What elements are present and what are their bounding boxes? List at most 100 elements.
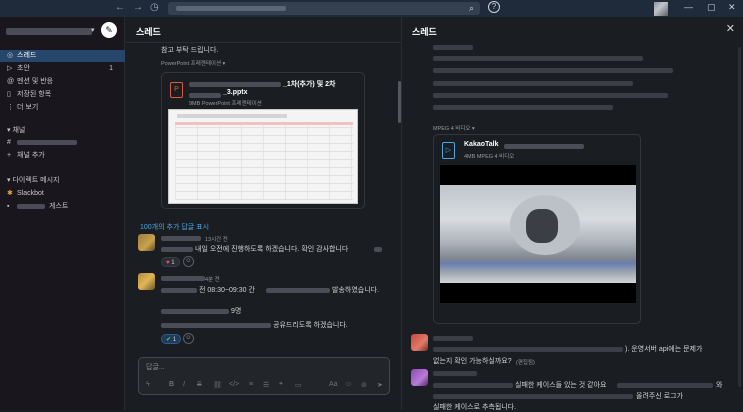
chevron-down-icon: ▾ [470, 126, 475, 132]
compose-button[interactable]: ✎ [101, 22, 117, 38]
reply-input[interactable] [146, 361, 376, 373]
avatar[interactable] [411, 334, 428, 351]
more-icon: ⋮ [7, 104, 14, 111]
sidebar-channel[interactable]: # [0, 137, 125, 149]
avatar[interactable] [138, 273, 155, 290]
avatar[interactable] [138, 234, 155, 251]
close-window-icon[interactable]: ✕ [728, 2, 736, 13]
divider [126, 42, 402, 43]
link-icon[interactable]: ⛓ [213, 381, 222, 389]
quote-icon[interactable]: ❝ [279, 381, 283, 389]
back-arrow-icon[interactable]: ← [115, 2, 125, 14]
send-icon[interactable]: ➤ [377, 381, 383, 389]
dm-name-text [17, 203, 45, 209]
file-meta: 4MB MPEG 4 비디오 [464, 154, 515, 160]
sidebar-item-saved[interactable]: ▯ 저장된 항목 [0, 89, 125, 101]
sidebar-item-drafts[interactable]: ▷ 초안 1 [0, 63, 125, 75]
reaction-heart[interactable]: ♥ 1 [161, 257, 180, 267]
file-name-2[interactable]: _3.pptx [223, 89, 248, 96]
plus-icon: + [7, 152, 12, 159]
add-channel-button[interactable]: + 채널 추가 [0, 150, 125, 162]
close-icon[interactable]: ✕ [726, 22, 735, 35]
sidebar-item-threads[interactable]: ◎ 스레드 [0, 50, 125, 62]
bookmark-icon: ▯ [7, 91, 11, 98]
sidebar-dm-slackbot[interactable]: ✱ Slackbot [0, 188, 125, 200]
add-reaction-icon[interactable]: ☺ [183, 333, 194, 344]
sender-name[interactable] [161, 276, 205, 281]
file-type-label[interactable]: PowerPoint 프레젠테이션 ▾ [161, 59, 225, 67]
list-icon[interactable]: ≡ [249, 381, 253, 388]
mention-text [161, 288, 197, 293]
lightning-icon[interactable]: ϟ [146, 381, 150, 388]
file-preview-image[interactable] [168, 109, 358, 204]
hidden-text [433, 68, 673, 73]
thread-panel: 스레드 ✕ MPEG 4 비디오 ▾ ▷ KakaoTalk 4MB MPEG … [403, 17, 743, 411]
video-player[interactable] [440, 165, 636, 303]
sidebar-item-more[interactable]: ⋮ 더 보기 [0, 102, 125, 114]
sender-name[interactable] [433, 371, 477, 376]
file-name[interactable]: KakaoTalk [464, 141, 499, 148]
attach-icon[interactable]: ⊘ [361, 381, 367, 389]
sidebar: ▾ ✎ ◎ 스레드 ▷ 초안 1 @ 멘션 및 반응 ▯ 저장된 항목 ⋮ 더 보기 ▾ … [0, 17, 125, 410]
help-icon[interactable]: ? [488, 1, 500, 13]
add-reaction-icon[interactable]: ☺ [183, 256, 194, 267]
message-text: 9명 [231, 308, 242, 315]
emoji-hidden [374, 247, 382, 252]
search-icon[interactable]: ⌕ [469, 3, 474, 14]
text-format-icon[interactable]: Aa [329, 381, 338, 388]
search-bar[interactable]: ⌕ [168, 2, 480, 15]
show-more-replies-link[interactable]: 100개의 추가 답글 표시 [140, 222, 209, 232]
ordered-list-icon[interactable]: ☰ [263, 381, 269, 389]
message-text: 올려주신 로그가 [636, 393, 684, 400]
drafts-count: 1 [109, 65, 113, 72]
message-text: ). 운영서버 api에는 문제가 [625, 346, 703, 353]
edited-label: (편집됨) [516, 360, 535, 366]
avatar[interactable] [411, 369, 428, 386]
forward-arrow-icon[interactable]: → [133, 2, 143, 14]
channels-header[interactable]: ▾ 채널 [7, 125, 25, 135]
hidden-text [433, 45, 473, 50]
file-name[interactable]: _1차(추가) 및 2차 [283, 79, 335, 89]
minimize-icon[interactable]: — [684, 2, 693, 12]
hidden-text [433, 93, 668, 98]
file-attachment[interactable]: P _1차(추가) 및 2차 _3.pptx 9MB PowerPoint 프레… [161, 72, 365, 209]
hidden-text [617, 383, 713, 388]
powerpoint-icon: P [170, 82, 183, 98]
sender-name[interactable] [433, 336, 473, 341]
hidden-text [161, 309, 229, 314]
dm-header[interactable]: ▾ 다이렉트 메시지 [7, 175, 60, 185]
scrollbar[interactable] [738, 47, 741, 387]
history-icon[interactable]: ◷ [150, 2, 159, 14]
message-text: 참고 부탁 드립니다. [161, 47, 219, 54]
check-emoji-icon: ✔ [166, 337, 172, 343]
lock-icon: # [7, 139, 11, 146]
sender-name[interactable] [161, 236, 201, 241]
sidebar-dm-guest[interactable]: ▪ 게스트 [0, 201, 125, 213]
compose-icon: ✎ [105, 25, 113, 35]
reaction-check[interactable]: ✔ 1 [161, 334, 182, 344]
emoji-icon[interactable]: ☺ [345, 381, 352, 388]
bold-icon[interactable]: B [169, 381, 174, 388]
strikethrough-icon[interactable]: S [197, 381, 202, 388]
code-icon[interactable]: </> [229, 381, 239, 388]
page-title: 스레드 [136, 27, 161, 37]
hidden-text [433, 56, 643, 61]
channel-name-text [17, 139, 77, 145]
file-type-label[interactable]: MPEG 4 비디오 ▾ [433, 124, 475, 132]
scrollbar[interactable] [398, 81, 401, 123]
message-text: 내일 오전에 진행하도록 하겠습니다. 확인 감사합니다 [195, 246, 349, 253]
sidebar-item-mentions[interactable]: @ 멘션 및 반응 [0, 76, 125, 88]
workspace-name[interactable] [6, 28, 92, 35]
chevron-down-icon[interactable]: ▾ [91, 26, 95, 34]
italic-icon[interactable]: I [183, 381, 185, 388]
code-block-icon[interactable]: ▭ [295, 381, 302, 389]
message-time[interactable]: 13시간 전 [205, 235, 228, 243]
hidden-text [433, 81, 633, 86]
message-text: 공유드리도록 하겠습니다. [273, 322, 348, 329]
threads-view: 스레드 참고 부탁 드립니다. PowerPoint 프레젠테이션 ▾ P _1… [126, 17, 402, 410]
message-time[interactable]: 4분 전 [205, 275, 220, 283]
hidden-text [161, 323, 271, 328]
user-avatar[interactable] [654, 2, 668, 16]
maximize-icon[interactable]: ▢ [707, 2, 716, 13]
video-attachment[interactable]: ▷ KakaoTalk 4MB MPEG 4 비디오 [433, 134, 641, 324]
